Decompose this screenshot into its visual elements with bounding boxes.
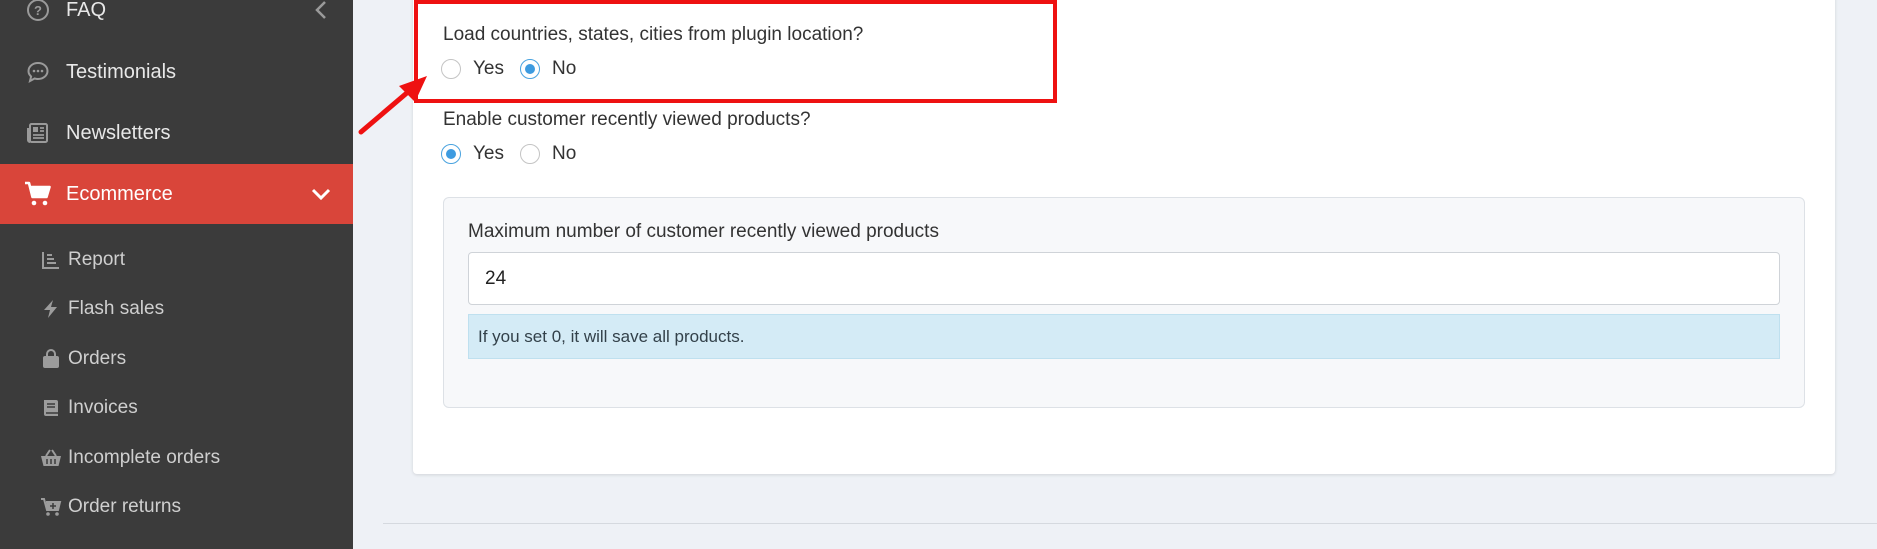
chat-bubble-icon [24,58,52,86]
sidebar-item-testimonials[interactable]: Testimonials [0,43,353,101]
newspaper-icon [24,119,52,147]
sidebar-subitem-label: Orders [68,348,127,369]
chart-icon [40,249,62,271]
sidebar-item-label: FAQ [66,0,107,21]
book-icon [40,397,62,419]
svg-text:?: ? [34,3,42,18]
max-recently-viewed-input[interactable] [468,252,1780,305]
load-location-yes-radio[interactable] [441,59,461,79]
sidebar-subitem-label: Report [68,249,126,270]
max-recently-viewed-help: If you set 0, it will save all products. [468,314,1780,359]
radio-label: Yes [473,143,504,164]
load-location-radio-group: Yes No [441,58,592,80]
sidebar-subitem-orders[interactable]: Orders [40,339,126,379]
sidebar-subitem-report[interactable]: Report [40,240,125,280]
load-location-label: Load countries, states, cities from plug… [443,24,864,45]
sidebar-item-ecommerce[interactable]: Ecommerce [0,164,353,224]
sidebar-item-faq[interactable]: ? FAQ [0,0,353,39]
sidebar-subitem-label: Flash sales [68,298,165,319]
radio-label: No [552,58,577,79]
sidebar: ? FAQ Testimonials Newsletters Ecommerce… [0,0,353,549]
sidebar-subitem-order-returns[interactable]: Order returns [40,487,181,527]
shopping-bag-icon [40,348,62,370]
recently-viewed-radio-group: Yes No [441,143,592,165]
sidebar-item-label: Testimonials [66,60,177,83]
question-circle-icon: ? [24,0,52,24]
sidebar-subitem-flash-sales[interactable]: Flash sales [40,289,164,329]
bolt-icon [40,298,62,320]
shopping-cart-icon [24,180,52,208]
footer-divider [383,523,1877,524]
recently-viewed-yes-radio[interactable] [441,144,461,164]
sidebar-subitem-label: Invoices [68,397,138,418]
sidebar-subitem-label: Incomplete orders [68,447,221,468]
recently-viewed-label: Enable customer recently viewed products… [443,109,811,130]
recently-viewed-no-radio[interactable] [520,144,540,164]
max-recently-viewed-label: Maximum number of customer recently view… [468,221,939,242]
sidebar-item-label: Newsletters [66,121,171,144]
radio-label: No [552,143,577,164]
chevron-down-icon [311,184,331,204]
load-location-no-radio[interactable] [520,59,540,79]
sidebar-subitem-invoices[interactable]: Invoices [40,388,138,428]
radio-label: Yes [473,58,504,79]
sidebar-subitem-label: Order returns [68,496,181,517]
basket-icon [40,447,62,469]
sidebar-item-newsletters[interactable]: Newsletters [0,104,353,162]
sidebar-subitem-incomplete-orders[interactable]: Incomplete orders [40,438,220,478]
cart-return-icon [40,496,62,518]
chevron-left-icon [311,0,331,20]
sidebar-item-label: Ecommerce [66,182,173,205]
